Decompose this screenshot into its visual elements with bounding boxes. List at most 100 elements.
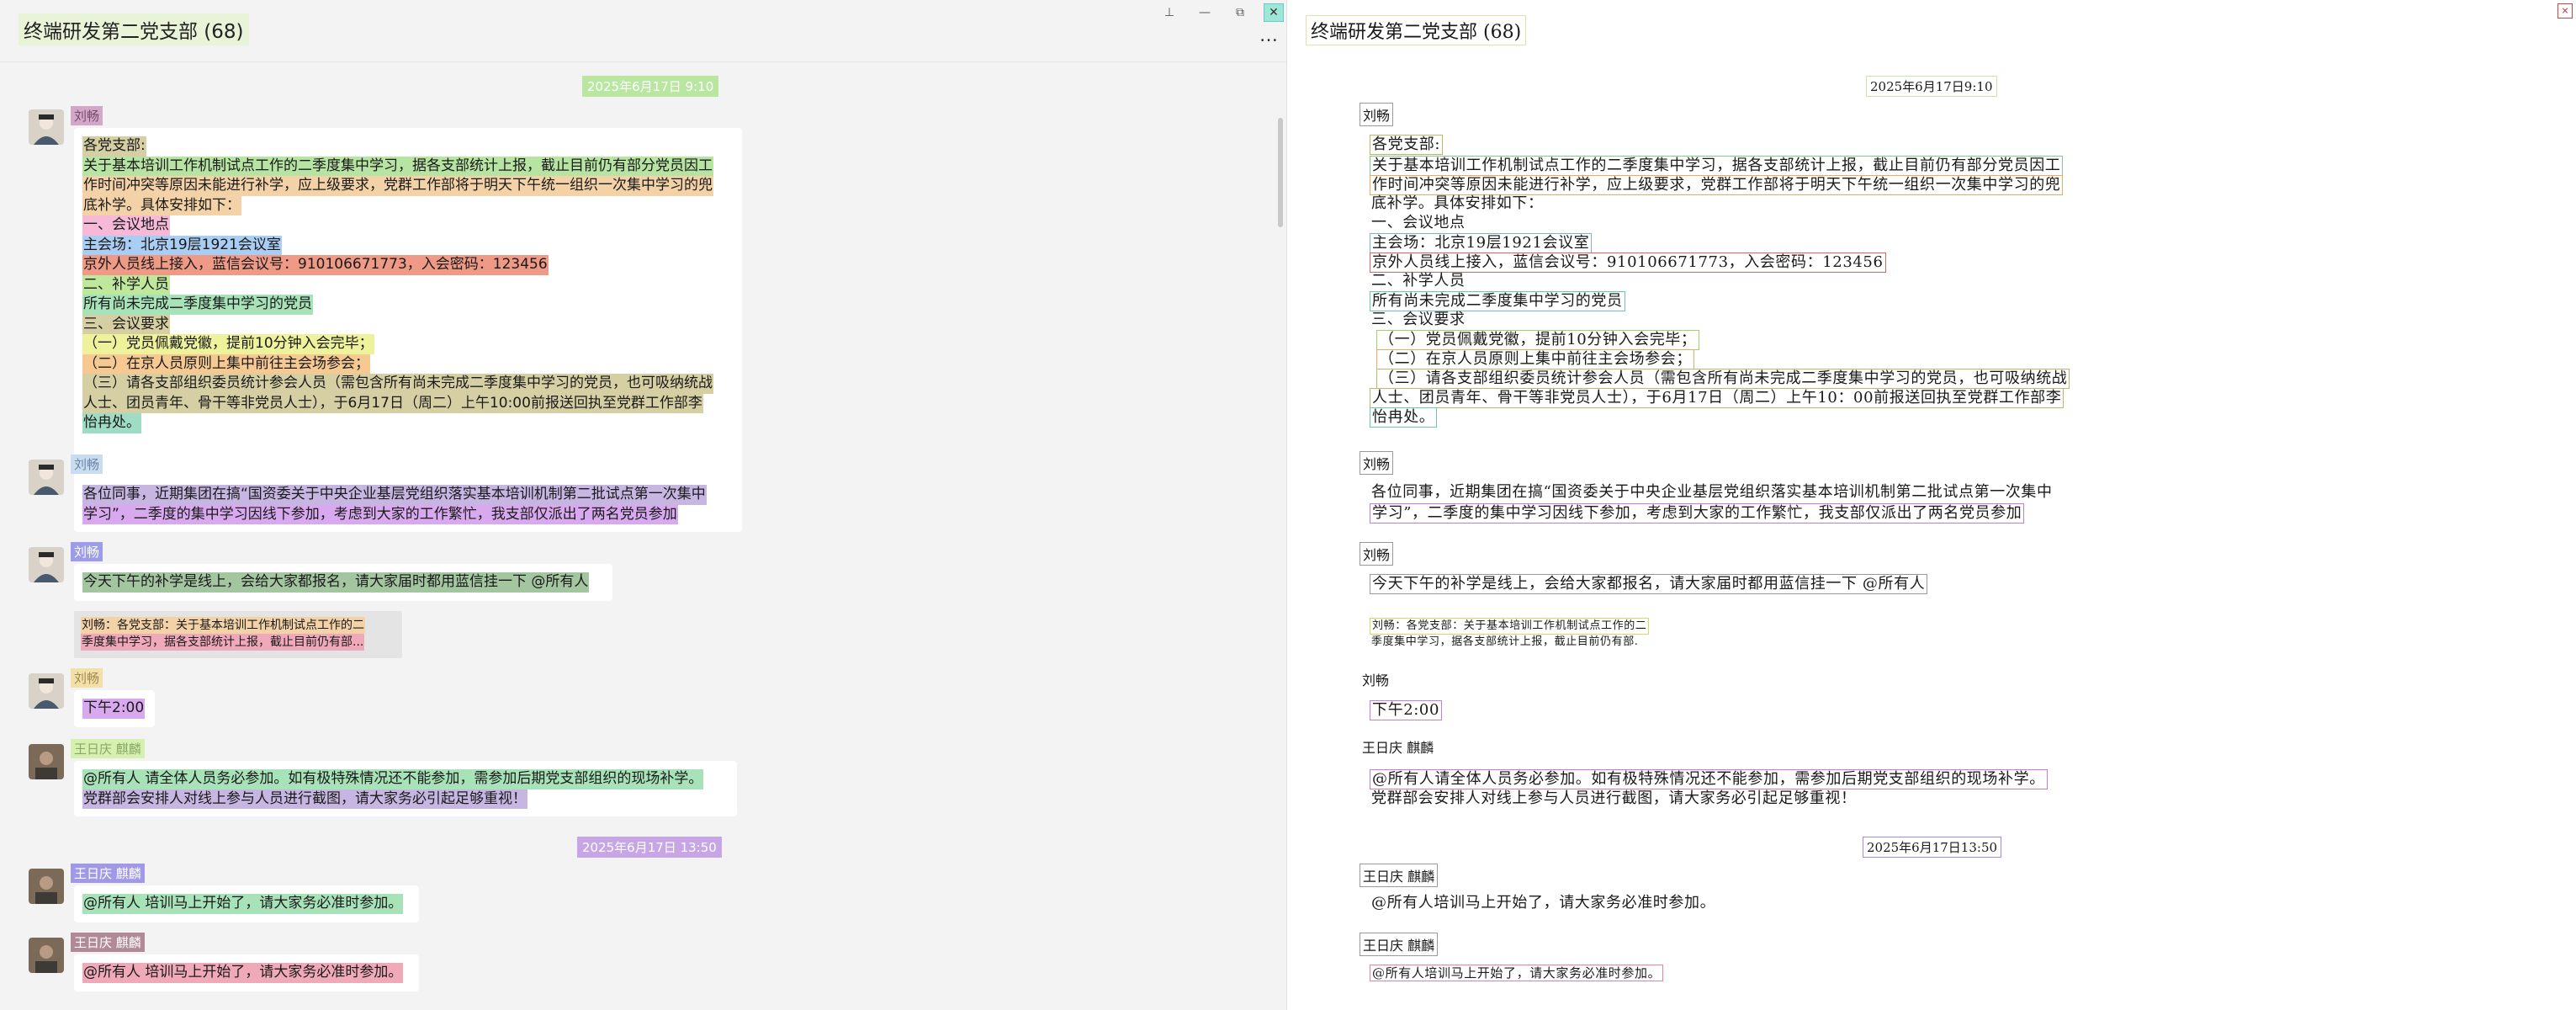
render-sender: 刘畅 xyxy=(1362,672,1390,688)
render-line: 所有尚未完成二季度集中学习的党员 xyxy=(1370,291,1625,311)
render-line: 各党支部: xyxy=(1370,135,1444,155)
chat-window: 终端研发第二党支部 (68) ⊥ — ⧉ ✕ … 2025年6月17日 9:10… xyxy=(0,0,1287,1010)
avatar[interactable] xyxy=(29,673,64,709)
title-bar: 终端研发第二党支部 (68) ⊥ — ⧉ ✕ … xyxy=(0,0,1286,62)
minimize-icon[interactable]: — xyxy=(1195,3,1215,22)
message-bubble[interactable]: 今天下午的补学是线上，会给大家都报名，请大家届时都用蓝信挂一下 @所有人 xyxy=(74,564,612,601)
message-line: 底补学。具体安排如下： xyxy=(82,195,241,215)
message-line: 人士、团员青年、骨干等非党员人士），于6月17日（周二）上午10:00前报送回执… xyxy=(82,393,703,413)
sender-name: 刘畅 xyxy=(71,542,103,561)
render-line: 一、会议地点 xyxy=(1371,214,1466,231)
message-line: （二）在京人员原则上集中前往主会场参会； xyxy=(82,354,370,374)
message-line: 二、补学人员 xyxy=(82,274,170,295)
render-sender: 王日庆 麒麟 xyxy=(1360,864,1439,887)
render-line: 下午2:00 xyxy=(1370,700,1443,720)
maximize-icon[interactable]: ⧉ xyxy=(1230,3,1250,22)
render-timestamp: 2025年6月17日13:50 xyxy=(1863,837,2002,858)
message-line: @所有人 请全体人员务必参加。如有极特殊情况还不能参加，需参加后期党支部组织的现… xyxy=(82,769,704,789)
render-line: （二）在京人员原则上集中前往主会场参会； xyxy=(1376,349,1694,369)
render-sender: 刘畅 xyxy=(1360,542,1394,566)
message-bubble[interactable]: @所有人 请全体人员务必参加。如有极特殊情况还不能参加，需参加后期党支部组织的现… xyxy=(74,761,737,816)
render-line: 京外人员线上接入，蓝信会议号：910106671773，入会密码：123456 xyxy=(1370,252,1886,273)
render-line: @所有人请全体人员务必参加。如有极特殊情况还不能参加，需参加后期党支部组织的现场… xyxy=(1370,769,2048,789)
render-line: 人士、团员青年、骨干等非党员人士），于6月17日（周二）上午10：00前报送回执… xyxy=(1370,388,2065,408)
pin-icon[interactable]: ⊥ xyxy=(1159,3,1179,22)
message-line: 一、会议地点 xyxy=(82,215,170,236)
render-line: 作时间冲突等原因未能进行补学，应上级要求，党群工作部将于明天下午统一组织一次集中… xyxy=(1370,175,2064,195)
message-line: 怡冉处。 xyxy=(82,413,141,433)
message-bubble[interactable]: 下午2:00 xyxy=(74,690,155,727)
message-line: 关于基本培训工作机制试点工作的二季度集中学习，据各支部统计上报，截止目前仍有部分… xyxy=(82,156,713,176)
avatar[interactable] xyxy=(29,547,64,582)
render-line: 主会场：北京19层1921会议室 xyxy=(1370,233,1593,253)
render-line: 二、补学人员 xyxy=(1371,272,1466,290)
render-line: 学习”，二季度的集中学习因线下参加，考虑到大家的工作繁忙，我支部仅派出了两名党员… xyxy=(1370,503,2025,524)
sender-name: 刘畅 xyxy=(71,668,103,688)
render-line: 今天下午的补学是线上，会给大家都报名，请大家届时都用蓝信挂一下 @所有人 xyxy=(1370,574,1928,594)
render-sender: 刘畅 xyxy=(1360,103,1394,126)
message-line: 各党支部: xyxy=(82,136,146,157)
render-quote-line: 季度集中学习，据各支部统计上报，截止目前仍有部. xyxy=(1371,635,1639,648)
person-icon xyxy=(29,673,64,709)
close-icon[interactable]: × xyxy=(2557,3,2573,19)
message-line: @所有人 培训马上开始了，请大家务必准时参加。 xyxy=(82,894,404,914)
close-icon[interactable]: ✕ xyxy=(1264,3,1284,22)
message-line: 党群部会安排人对线上参与人员进行截图，请大家务必引起足够重视！ xyxy=(82,789,527,809)
message-line: 学习”，二季度的集中学习因线下参加，考虑到大家的工作繁忙，我支部仅派出了两名党员… xyxy=(82,504,678,524)
render-timestamp: 2025年6月17日9:10 xyxy=(1866,76,1997,97)
quote-line: 季度集中学习，据各支部统计上报，截止目前仍有部... xyxy=(81,634,365,651)
person-icon xyxy=(29,460,64,495)
message-line: 三、会议要求 xyxy=(82,314,170,334)
render-line: 关于基本培训工作机制试点工作的二季度集中学习，据各支部统计上报，截止目前仍有部分… xyxy=(1370,156,2064,176)
render-sender: 王日庆 麒麟 xyxy=(1362,740,1434,756)
avatar[interactable] xyxy=(29,460,64,495)
message-line: @所有人 培训马上开始了，请大家务必准时参加。 xyxy=(82,963,404,983)
avatar[interactable] xyxy=(29,744,64,779)
render-quote-line: 刘畅：各党支部：关于基本培训工作机制试点工作的二 xyxy=(1370,618,1650,635)
message-line: 各位同事，近期集团在搞“国资委关于中央企业基层党组织落实基本培训机制第二批试点第… xyxy=(82,485,707,505)
chat-title: 终端研发第二党支部 (68) xyxy=(19,13,249,45)
person-icon xyxy=(29,547,64,582)
message-bubble[interactable]: 各位同事，近期集团在搞“国资委关于中央企业基层党组织落实基本培训机制第二批试点第… xyxy=(74,476,742,532)
render-line: @所有人培训马上开始了，请大家务必准时参加。 xyxy=(1370,965,1664,981)
more-options-icon[interactable]: … xyxy=(1259,25,1279,46)
sender-name: 王日庆 麒麟 xyxy=(71,933,145,952)
sender-name: 刘畅 xyxy=(71,106,103,125)
render-sender: 王日庆 麒麟 xyxy=(1360,933,1439,956)
message-bubble[interactable]: 各党支部: 关于基本培训工作机制试点工作的二季度集中学习，据各支部统计上报，截止… xyxy=(74,128,742,505)
sender-name: 刘畅 xyxy=(71,454,103,474)
render-line: 底补学。具体安排如下： xyxy=(1371,194,1544,212)
message-line: 下午2:00 xyxy=(82,699,146,719)
timestamp: 2025年6月17日 13:50 xyxy=(577,837,722,858)
text-render-pane: 终端研发第二党支部 (68) × 2025年6月17日9:10 刘畅 各党支部:… xyxy=(1289,0,2576,1010)
message-list: 2025年6月17日 9:10 刘畅 各党支部: 关于基本培训工作机制试点工作的… xyxy=(0,64,1286,1010)
message-bubble[interactable]: @所有人 培训马上开始了，请大家务必准时参加。 xyxy=(74,954,419,991)
message-line: 所有尚未完成二季度集中学习的党员 xyxy=(82,295,313,315)
render-line: 三、会议要求 xyxy=(1371,311,1466,328)
render-sender: 刘畅 xyxy=(1360,451,1394,475)
message-bubble[interactable]: @所有人 培训马上开始了，请大家务必准时参加。 xyxy=(74,885,419,922)
person-icon xyxy=(29,109,64,145)
message-line: （一）党员佩戴党徽，提前10分钟入会完毕； xyxy=(82,334,374,354)
avatar[interactable] xyxy=(29,109,64,145)
photo-avatar-icon xyxy=(29,938,64,973)
render-line: （三）请各支部组织委员统计参会人员（需包含所有尚未完成二季度集中学习的党员，也可… xyxy=(1376,369,2070,389)
render-line: 各位同事，近期集团在搞“国资委关于中央企业基层党组织落实基本培训机制第二批试点第… xyxy=(1371,483,2053,501)
message-line: 今天下午的补学是线上，会给大家都报名，请大家届时都用蓝信挂一下 @所有人 xyxy=(82,572,590,593)
quoted-message[interactable]: 刘畅：各党支部：关于基本培训工作机制试点工作的二 季度集中学习，据各支部统计上报… xyxy=(74,611,402,658)
render-line: （一）党员佩戴党徽，提前10分钟入会完毕； xyxy=(1376,330,1699,350)
message-line: 主会场：北京19层1921会议室 xyxy=(82,235,282,255)
message-line: 京外人员线上接入，蓝信会议号：910106671773，入会密码：123456 xyxy=(82,255,549,275)
photo-avatar-icon xyxy=(29,744,64,779)
message-line: 作时间冲突等原因未能进行补学，应上级要求，党群工作部将于明天下午统一组织一次集中… xyxy=(82,176,713,196)
avatar[interactable] xyxy=(29,869,64,904)
message-line: （三）请各支部组织委员统计参会人员（需包含所有尚未完成二季度集中学习的党员，也可… xyxy=(82,374,713,394)
avatar[interactable] xyxy=(29,938,64,973)
render-line: 党群部会安排人对线上参与人员进行截图，请大家务必引起足够重视！ xyxy=(1371,789,1857,807)
render-line: 怡冉处。 xyxy=(1370,407,1438,428)
render-title: 终端研发第二党支部 (68) xyxy=(1306,15,1527,45)
sender-name: 王日庆 麒麟 xyxy=(71,739,145,758)
photo-avatar-icon xyxy=(29,869,64,904)
quote-line: 刘畅：各党支部：关于基本培训工作机制试点工作的二 xyxy=(81,617,365,634)
timestamp: 2025年6月17日 9:10 xyxy=(582,76,719,97)
